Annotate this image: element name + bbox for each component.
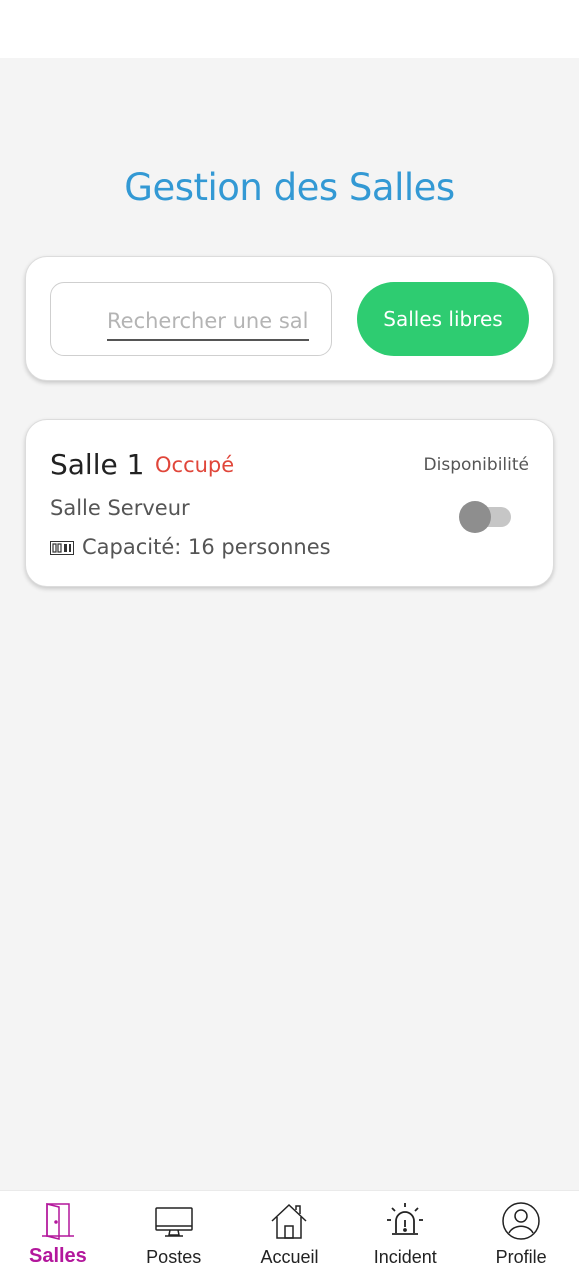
room-name: Salle 1	[50, 448, 145, 481]
nav-label-salles: Salles	[28, 1245, 87, 1267]
nav-item-postes[interactable]: Postes	[116, 1191, 232, 1280]
home-icon	[269, 1201, 309, 1241]
room-status-badge: Occupé	[155, 453, 235, 477]
nav-item-incident[interactable]: Incident	[347, 1191, 463, 1280]
free-rooms-button[interactable]: Salles libres	[357, 282, 529, 356]
nav-item-profile[interactable]: Profile	[463, 1191, 579, 1280]
nav-item-salles[interactable]: Salles	[0, 1191, 116, 1280]
nav-label-accueil: Accueil	[260, 1247, 319, 1267]
search-input[interactable]	[107, 303, 309, 341]
availability-toggle[interactable]	[459, 501, 513, 533]
nav-label-incident: Incident	[373, 1247, 437, 1267]
room-card[interactable]: Salle 1 Occupé Disponibilité Salle Serve…	[25, 419, 554, 587]
alarm-icon	[385, 1201, 425, 1241]
search-box	[50, 282, 332, 356]
monitor-icon	[154, 1201, 194, 1241]
availability-label: Disponibilité	[423, 455, 529, 475]
nav-item-accueil[interactable]: Accueil	[232, 1191, 348, 1280]
room-capacity: Capacité: 16 personnes	[82, 535, 331, 559]
nav-label-postes: Postes	[146, 1247, 202, 1267]
capacity-row: Capacité: 16 personnes	[50, 535, 331, 559]
status-bar	[0, 0, 579, 58]
search-card: Salles libres	[25, 256, 554, 381]
page-title: Gestion des Salles	[124, 166, 455, 209]
room-type: Salle Serveur	[50, 496, 190, 520]
user-circle-icon	[501, 1201, 541, 1241]
bottom-nav: Salles Postes Accueil Incident Profile	[0, 1190, 579, 1280]
door-icon	[38, 1201, 78, 1241]
toggle-knob	[459, 501, 491, 533]
people-counter-icon	[50, 540, 74, 555]
nav-label-profile: Profile	[495, 1247, 547, 1267]
